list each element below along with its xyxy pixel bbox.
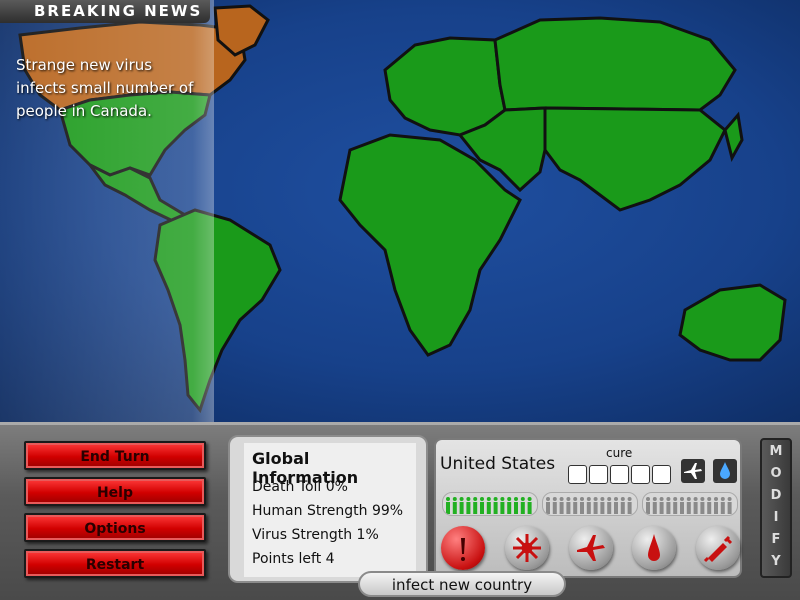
person-icon <box>659 497 664 514</box>
population-bar-empty <box>642 492 738 516</box>
airplane-icon[interactable] <box>569 526 613 570</box>
water-drop-icon[interactable] <box>632 526 676 570</box>
options-button[interactable]: Options <box>24 513 206 542</box>
human-strength: Human Strength 99% <box>252 503 404 519</box>
person-icon <box>620 497 625 514</box>
person-icon <box>546 497 550 514</box>
syringe-icon[interactable] <box>696 526 740 570</box>
person-icon <box>680 497 684 514</box>
modify-letter: F <box>771 532 781 547</box>
water-drop-icon <box>713 459 737 483</box>
person-icon <box>580 497 584 514</box>
death-toll: Death Toll 0% <box>252 479 348 495</box>
airplane-icon <box>681 459 705 483</box>
country-australia[interactable] <box>678 283 787 362</box>
person-icon <box>700 497 705 514</box>
help-button[interactable]: Help <box>24 477 206 506</box>
person-icon <box>652 497 657 514</box>
person-icon <box>507 497 512 514</box>
modify-letter: D <box>770 488 782 503</box>
cure-progress-box <box>568 465 587 484</box>
person-icon <box>566 497 571 514</box>
global-information-panel: Global Information Death Toll 0% Human S… <box>228 435 428 583</box>
selected-country-name: United States <box>440 454 556 474</box>
country-japan[interactable] <box>723 111 744 163</box>
person-icon <box>500 497 505 514</box>
person-icon <box>607 497 612 514</box>
person-icon <box>573 497 578 514</box>
points-left: Points left 4 <box>252 551 335 567</box>
person-icon <box>600 497 605 514</box>
modify-button[interactable]: M O D I F Y <box>760 438 792 578</box>
person-icon <box>459 497 464 514</box>
modify-letter: Y <box>771 554 781 569</box>
population-bar-healthy <box>442 492 538 516</box>
news-header: BREAKING NEWS <box>0 0 210 23</box>
person-icon <box>714 497 718 514</box>
world-map[interactable]: BREAKING NEWS Strange new virus infects … <box>0 0 800 422</box>
population-bar-empty <box>542 492 638 516</box>
spread-icon[interactable] <box>505 526 549 570</box>
person-icon <box>720 497 725 514</box>
modify-letter: I <box>773 510 779 525</box>
person-icon <box>466 497 471 514</box>
person-icon <box>480 497 484 514</box>
end-turn-button[interactable]: End Turn <box>24 441 206 470</box>
person-icon <box>446 497 450 514</box>
person-icon <box>646 497 650 514</box>
person-icon <box>593 497 598 514</box>
restart-button[interactable]: Restart <box>24 549 206 578</box>
virus-strength: Virus Strength 1% <box>252 527 379 543</box>
person-icon <box>693 497 698 514</box>
cure-progress-box <box>631 465 650 484</box>
modify-letter: M <box>769 444 783 459</box>
person-icon <box>666 497 671 514</box>
person-icon <box>627 497 632 514</box>
country-china[interactable] <box>543 106 727 212</box>
country-russia[interactable] <box>493 16 737 112</box>
person-icon <box>493 497 498 514</box>
person-icon <box>707 497 712 514</box>
person-icon <box>559 497 564 514</box>
modify-letter: O <box>770 466 782 481</box>
person-icon <box>552 497 557 514</box>
person-icon <box>520 497 525 514</box>
person-icon <box>727 497 732 514</box>
virus-icon[interactable] <box>441 526 485 570</box>
cure-progress-box <box>610 465 629 484</box>
person-icon <box>486 497 491 514</box>
cure-label: cure <box>606 446 633 460</box>
person-icon <box>452 497 457 514</box>
person-icon <box>673 497 678 514</box>
person-icon <box>614 497 618 514</box>
cure-progress-box <box>589 465 608 484</box>
global-information-inner: Global Information Death Toll 0% Human S… <box>244 443 416 577</box>
news-message: Strange new virus infects small number o… <box>16 56 194 120</box>
country-europe[interactable] <box>383 36 507 137</box>
news-panel: BREAKING NEWS Strange new virus infects … <box>0 0 214 422</box>
person-icon <box>586 497 591 514</box>
person-icon <box>514 497 518 514</box>
person-icon <box>527 497 532 514</box>
person-icon <box>686 497 691 514</box>
infect-new-country-button[interactable]: infect new country <box>358 571 566 597</box>
person-icon <box>473 497 478 514</box>
cure-progress-box <box>652 465 671 484</box>
